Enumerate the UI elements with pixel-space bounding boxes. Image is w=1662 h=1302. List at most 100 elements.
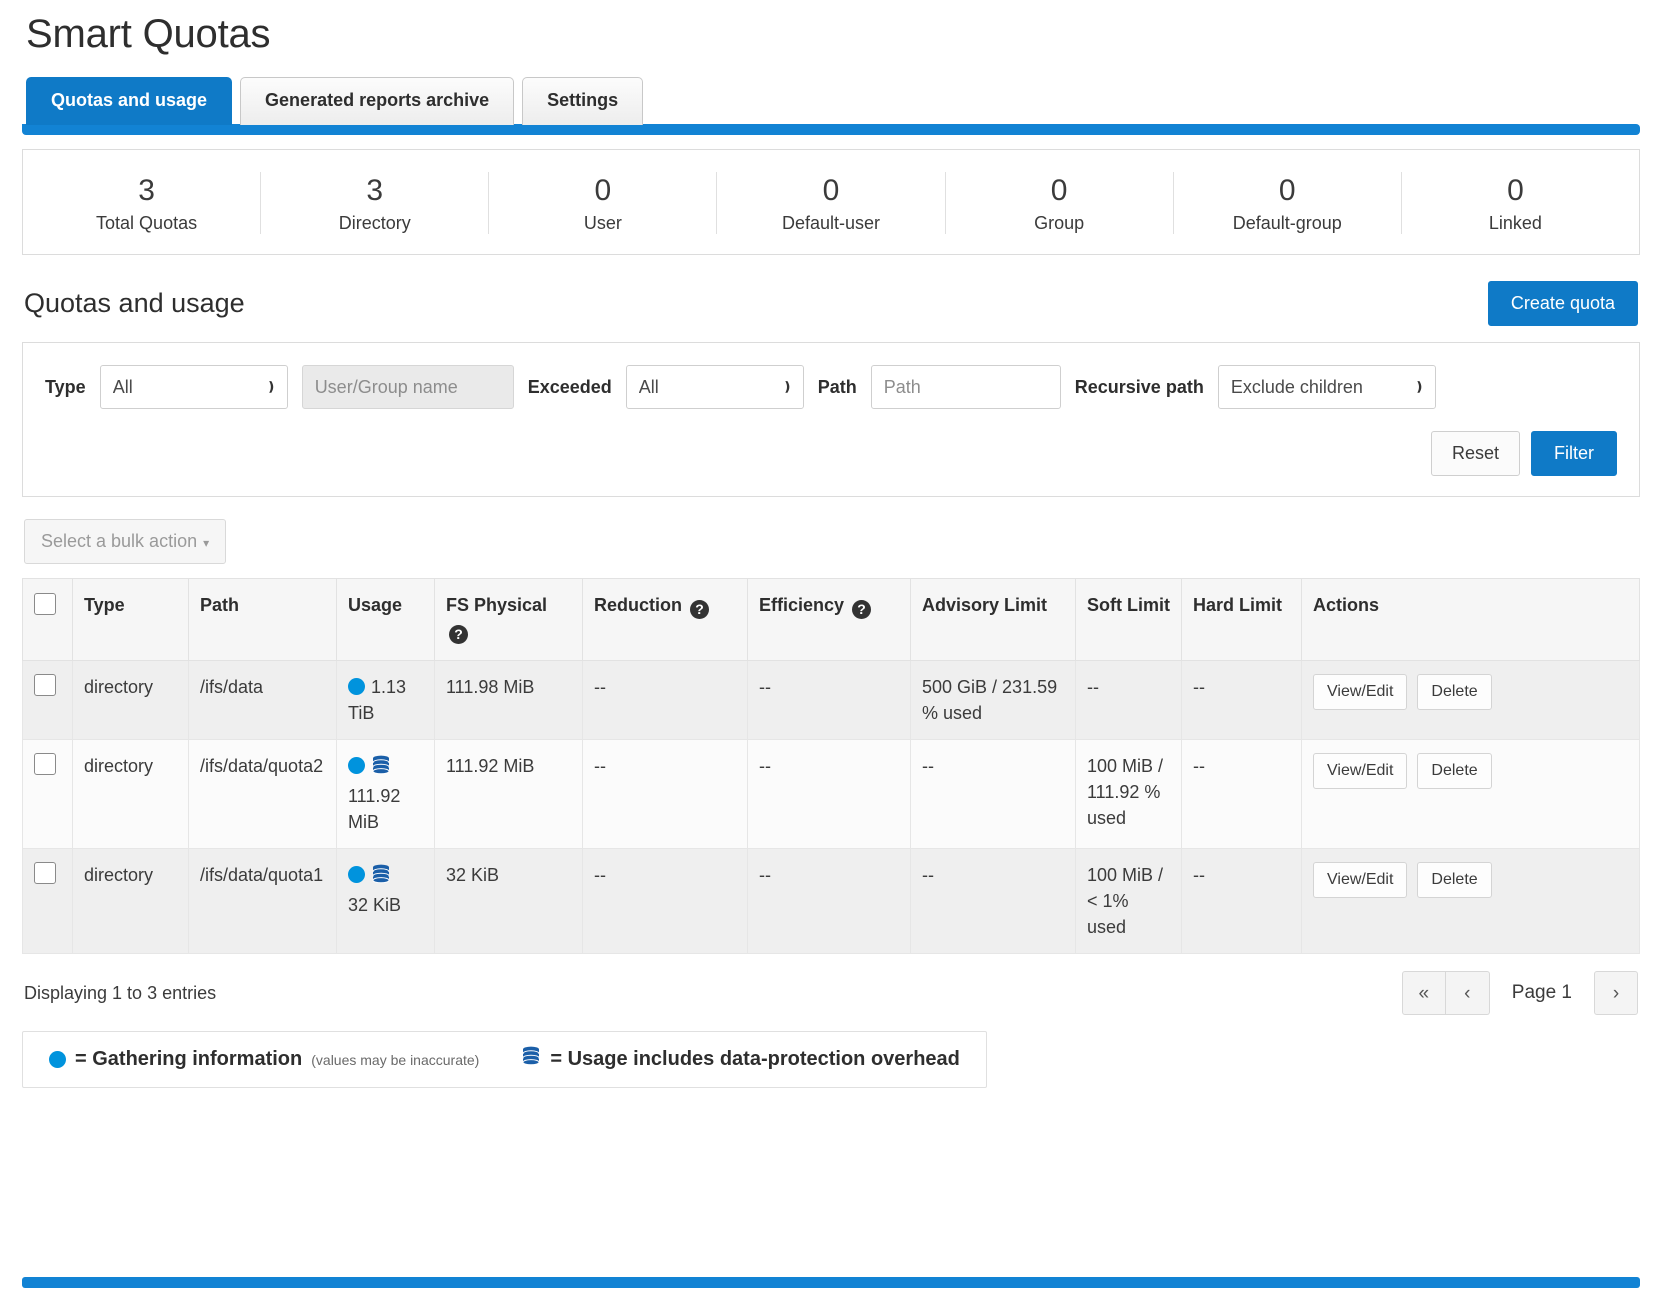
gathering-information-icon [49, 1051, 66, 1069]
cell-usage: 111.92 MiB [336, 738, 435, 850]
header-path: Path [188, 578, 337, 661]
header-fs-physical: FS Physical ? [434, 578, 583, 661]
tab-generated-reports-archive[interactable]: Generated reports archive [240, 77, 515, 125]
cell-hard-limit: -- [1181, 659, 1302, 740]
filter-actions: Reset Filter [45, 431, 1617, 477]
reset-button[interactable]: Reset [1430, 431, 1520, 477]
cell-soft-limit: -- [1075, 659, 1182, 740]
view-edit-button[interactable]: View/Edit [1313, 862, 1408, 899]
summary-value: 3 [138, 173, 155, 207]
tab-label: Quotas and usage [51, 90, 208, 110]
next-page-button[interactable]: › [1594, 971, 1638, 1016]
tab-bar-underline [22, 123, 1640, 135]
cell-path: /ifs/data/quota2 [188, 738, 337, 850]
filter-row: Type All ❫ Exceeded All ❫ Path Recursive… [45, 365, 1617, 410]
summary-total-quotas: 3 Total Quotas [33, 171, 262, 235]
tab-label: Generated reports archive [265, 90, 490, 110]
recursive-path-select-wrap: Exclude children ❫ [1217, 365, 1436, 410]
exceeded-select[interactable]: All [625, 365, 804, 410]
cell-advisory-limit: 500 GiB / 231.59 % used [910, 659, 1076, 740]
summary-user: 0 User [489, 171, 718, 235]
cell-advisory-limit: -- [910, 848, 1076, 955]
footer-accent-bar [22, 1277, 1640, 1288]
cell-soft-limit: 100 MiB / 111.92 % used [1075, 738, 1182, 850]
cell-efficiency: -- [747, 738, 911, 850]
create-quota-button[interactable]: Create quota [1487, 281, 1638, 327]
cell-hard-limit: -- [1181, 848, 1302, 955]
cell-path: /ifs/data/quota1 [188, 848, 337, 955]
section-header: Quotas and usage Create quota [24, 281, 1638, 327]
delete-button[interactable]: Delete [1417, 752, 1492, 789]
previous-page-button[interactable]: ‹ [1445, 971, 1490, 1016]
view-edit-button[interactable]: View/Edit [1313, 673, 1408, 710]
summary-label: Default-group [1232, 213, 1342, 234]
cell-soft-limit: 100 MiB / < 1% used [1075, 848, 1182, 955]
summary-label: Group [1034, 213, 1085, 234]
cell-actions: View/Edit Delete [1301, 659, 1640, 740]
select-all-checkbox[interactable] [34, 593, 56, 616]
row-checkbox[interactable] [34, 862, 56, 885]
delete-button[interactable]: Delete [1417, 673, 1492, 710]
select-all-header [22, 578, 73, 661]
legend-overhead-label: = Usage includes data-protection overhea… [550, 1048, 960, 1071]
legend-gathering-label: = Gathering information [75, 1048, 303, 1071]
row-checkbox[interactable] [34, 752, 56, 775]
cell-hard-limit: -- [1181, 738, 1302, 850]
help-icon[interactable]: ? [852, 600, 872, 620]
header-actions: Actions [1301, 578, 1640, 661]
summary-label: Default-user [781, 213, 881, 234]
entries-count: Displaying 1 to 3 entries [24, 982, 217, 1003]
table-footer: Displaying 1 to 3 entries « ‹ Page 1 › [24, 971, 1638, 1016]
summary-default-group: 0 Default-group [1174, 171, 1402, 235]
legend-gathering-note: (values may be inaccurate) [311, 1051, 480, 1068]
legend-panel: = Gathering information (values may be in… [22, 1031, 987, 1089]
legend-gathering-information: = Gathering information (values may be in… [49, 1048, 479, 1071]
cell-advisory-limit: -- [910, 738, 1076, 850]
summary-value: 0 [1507, 173, 1524, 207]
help-icon[interactable]: ? [449, 624, 468, 644]
table-row: directory /ifs/data/quota1 32 KiB 32 KiB… [22, 848, 1640, 955]
row-checkbox[interactable] [34, 673, 56, 696]
cell-type: directory [72, 659, 189, 740]
cell-fs-physical: 111.92 MiB [434, 738, 583, 850]
page-indicator: Page 1 [1511, 982, 1572, 1004]
first-page-button[interactable]: « [1401, 971, 1446, 1016]
header-soft-limit: Soft Limit [1075, 578, 1182, 661]
summary-default-user: 0 Default-user [717, 171, 946, 235]
row-select-cell [22, 848, 73, 955]
tab-quotas-and-usage[interactable]: Quotas and usage [26, 77, 233, 125]
quotas-table: Type Path Usage FS Physical ? Reduction … [22, 578, 1640, 955]
cell-usage: 32 KiB [336, 848, 435, 955]
recursive-path-select[interactable]: Exclude children [1217, 365, 1436, 410]
filter-panel: Type All ❫ Exceeded All ❫ Path Recursive… [22, 342, 1640, 498]
cell-efficiency: -- [747, 659, 911, 740]
type-select[interactable]: All [99, 365, 288, 410]
summary-directory: 3 Directory [261, 171, 490, 235]
header-advisory-limit: Advisory Limit [910, 578, 1076, 661]
caret-down-icon: ▾ [203, 536, 210, 551]
smart-quotas-page: Smart Quotas Quotas and usage Generated … [0, 12, 1662, 1302]
tab-settings[interactable]: Settings [522, 77, 644, 125]
cell-type: directory [72, 848, 189, 955]
cell-usage-value: 111.92 MiB [348, 785, 401, 832]
delete-button[interactable]: Delete [1417, 862, 1492, 899]
summary-linked: 0 Linked [1402, 172, 1629, 235]
table-row: directory /ifs/data 1.13 TiB 111.98 MiB … [22, 659, 1640, 740]
summary-value: 0 [822, 173, 840, 207]
filter-button[interactable]: Filter [1531, 431, 1617, 477]
summary-value: 0 [594, 173, 612, 207]
cell-reduction: -- [582, 848, 748, 955]
view-edit-button[interactable]: View/Edit [1313, 752, 1408, 789]
header-usage: Usage [336, 578, 435, 661]
header-reduction: Reduction ? [582, 578, 748, 661]
gathering-information-icon [348, 677, 365, 695]
path-input[interactable] [870, 365, 1061, 410]
quota-summary-panel: 3 Total Quotas 3 Directory 0 User 0 Defa… [22, 148, 1640, 256]
cell-efficiency: -- [747, 848, 911, 955]
type-filter-label: Type [45, 376, 86, 397]
user-group-name-input[interactable] [301, 365, 514, 410]
bulk-action-dropdown[interactable]: Select a bulk action ▾ [24, 519, 227, 565]
bulk-action-label: Select a bulk action [41, 531, 198, 552]
data-protection-overhead-icon [371, 755, 391, 783]
help-icon[interactable]: ? [690, 600, 710, 620]
